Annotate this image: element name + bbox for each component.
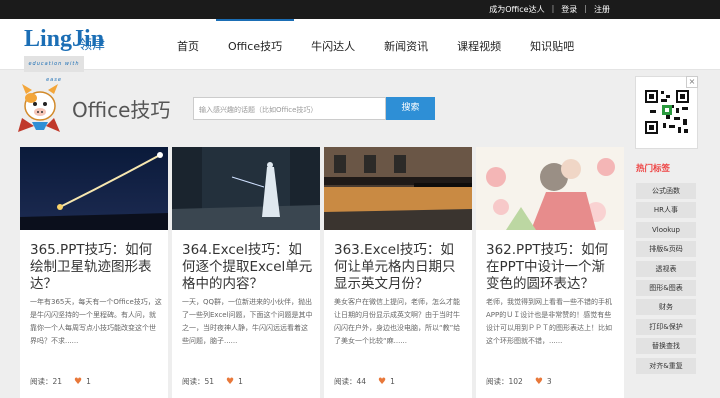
- article-card[interactable]: 363.Excel技巧：如何让单元格内日期只显示英文月份？ 美女客户在微信上提问…: [324, 147, 472, 398]
- main-nav: 首页 Office技巧 牛闪达人 新闻资讯 课程视频 知识贴吧: [165, 19, 591, 70]
- tag-pivot[interactable]: 透视表: [636, 260, 696, 277]
- search-input[interactable]: 输入感兴趣的话题（比如Office技巧）: [193, 97, 386, 120]
- article-image[interactable]: [476, 147, 624, 230]
- likes-count: 1: [86, 377, 91, 386]
- likes-count: 1: [238, 377, 243, 386]
- likes-count: 3: [546, 377, 552, 386]
- page-title: Office技巧: [72, 98, 171, 122]
- article-image[interactable]: [20, 147, 168, 230]
- tag-align-repeat[interactable]: 对齐&重复: [636, 357, 696, 374]
- article-meta: 阅读：102 ♥ 3: [486, 376, 552, 387]
- article-title[interactable]: 365.PPT技巧：如何绘制卫星轨迹图形表达？: [30, 242, 162, 293]
- login-link[interactable]: 登录: [561, 4, 577, 15]
- nav-item-office-tips[interactable]: Office技巧: [216, 19, 295, 70]
- heart-icon[interactable]: ♥: [226, 377, 234, 387]
- heart-icon[interactable]: ♥: [378, 377, 386, 387]
- tag-vlookup[interactable]: Vlookup: [636, 221, 696, 238]
- article-card[interactable]: 365.PPT技巧：如何绘制卫星轨迹图形表达？ 一年有365天，每天有一个Off…: [20, 147, 168, 398]
- tag-layout-pages[interactable]: 排版&页码: [636, 241, 696, 258]
- tag-find-replace[interactable]: 替换查找: [636, 338, 696, 355]
- views-count: 阅读：21: [30, 377, 63, 386]
- hot-tags-title: 热门标签: [636, 164, 671, 174]
- article-title[interactable]: 363.Excel技巧：如何让单元格内日期只显示英文月份？: [334, 242, 466, 293]
- logo-cn: 领津: [79, 38, 106, 53]
- search-button[interactable]: 搜索: [386, 97, 435, 120]
- logo-tagline: education with ease: [24, 56, 84, 83]
- hot-tags-list: 公式函数 HR人事 Vlookup 排版&页码 透视表 图形&图表 财务 打印&…: [636, 183, 696, 377]
- nav-item-courses[interactable]: 课程视频: [445, 19, 513, 70]
- nav-item-home[interactable]: 首页: [165, 19, 211, 70]
- article-title[interactable]: 362.PPT技巧：如何在PPT中设计一个渐变色的圆环表达？: [486, 242, 618, 293]
- views-count: 阅读：44: [334, 377, 367, 386]
- article-meta: 阅读：44 ♥ 1: [334, 376, 395, 387]
- top-links: 成为Office达人 | 登录 | 注册: [489, 4, 610, 15]
- separator: |: [551, 4, 555, 13]
- tag-charts[interactable]: 图形&图表: [636, 279, 696, 296]
- article-title[interactable]: 364.Excel技巧：如何逐个提取Excel单元格中的内容？: [182, 242, 314, 293]
- mascot-icon: [18, 84, 60, 132]
- tag-print-protect[interactable]: 打印&保护: [636, 318, 696, 335]
- views-count: 阅读：51: [182, 377, 215, 386]
- article-meta: 阅读：51 ♥ 1: [182, 376, 243, 387]
- nav-item-experts[interactable]: 牛闪达人: [299, 19, 367, 70]
- article-excerpt: 老师，我觉得到网上看看一些不错的手机APP的ＵＩ设计也是非常赞的！感觉有些设计可…: [486, 298, 612, 345]
- tag-hr[interactable]: HR人事: [636, 202, 696, 219]
- separator: |: [584, 4, 587, 13]
- close-icon[interactable]: ×: [686, 76, 698, 88]
- article-excerpt: 美女客户在微信上提问，老师，怎么才能让日期的月份显示成英文啊？由于当时牛闪闪在户…: [334, 298, 461, 345]
- article-meta: 阅读：21 ♥ 1: [30, 376, 91, 387]
- likes-count: 1: [390, 377, 395, 386]
- article-image[interactable]: [324, 147, 472, 230]
- nav-item-news[interactable]: 新闻资讯: [372, 19, 440, 70]
- top-bar: 成为Office达人 | 登录 | 注册: [0, 0, 720, 19]
- tag-finance[interactable]: 财务: [636, 299, 696, 316]
- become-expert-link[interactable]: 成为Office达人: [489, 4, 544, 15]
- article-image[interactable]: [172, 147, 320, 230]
- article-card[interactable]: 364.Excel技巧：如何逐个提取Excel单元格中的内容？ 一天，QQ群，一…: [172, 147, 320, 398]
- article-excerpt: 一天，QQ群，一位新进来的小伙伴，抛出了一些列Excel问题，下面这个问题是其中…: [182, 298, 313, 345]
- heart-icon[interactable]: ♥: [535, 377, 543, 387]
- article-card[interactable]: 362.PPT技巧：如何在PPT中设计一个渐变色的圆环表达？ 老师，我觉得到网上…: [476, 147, 624, 398]
- site-logo[interactable]: LingJin 领津 education with ease: [24, 26, 119, 83]
- register-link[interactable]: 注册: [594, 4, 610, 15]
- article-excerpt: 一年有365天，每天有一个Office技巧，这是牛闪闪坚持的一个里程碑。有人问，…: [30, 298, 162, 345]
- heart-icon[interactable]: ♥: [74, 377, 82, 387]
- views-count: 阅读：102: [486, 377, 523, 386]
- tag-formulas[interactable]: 公式函数: [636, 183, 696, 199]
- nav-item-forum[interactable]: 知识贴吧: [518, 19, 586, 70]
- site-header: LingJin 领津 education with ease 首页 Office…: [0, 19, 720, 83]
